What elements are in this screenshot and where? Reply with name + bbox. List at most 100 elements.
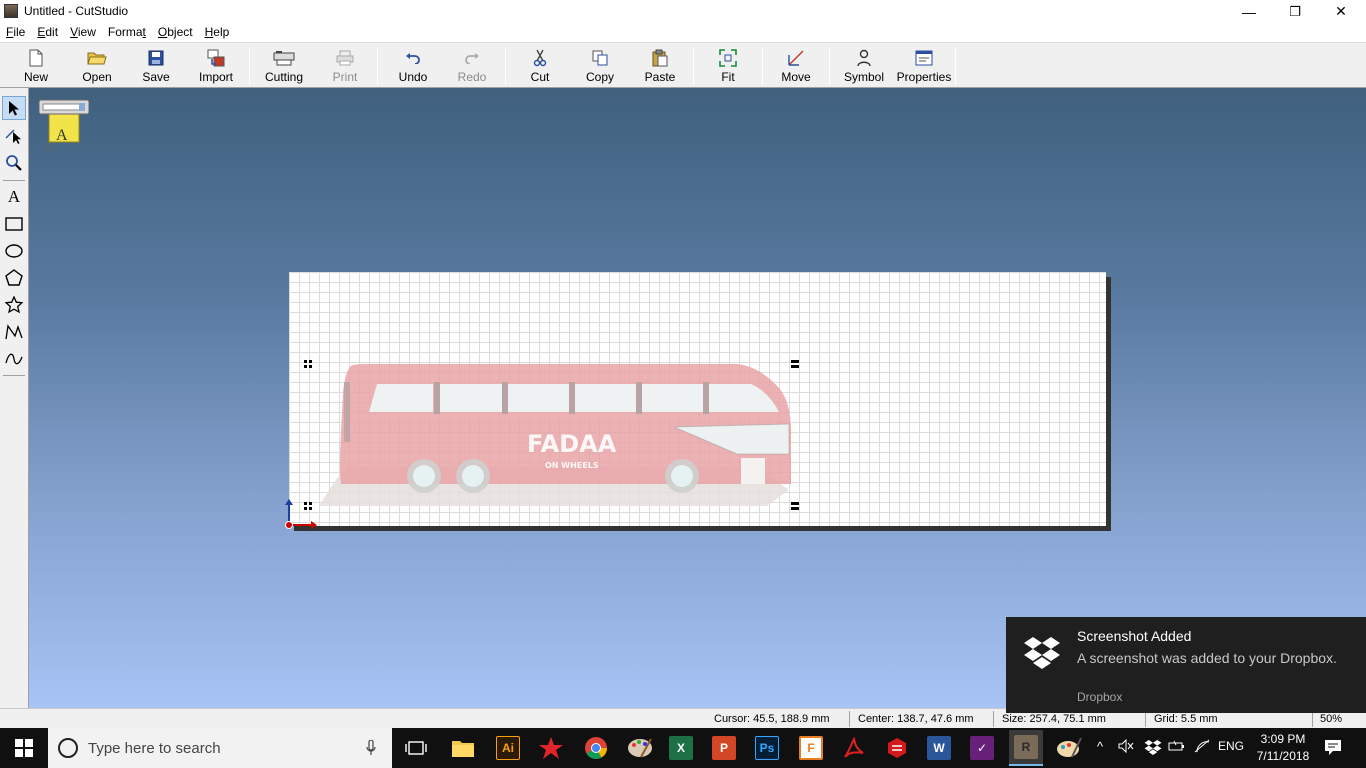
visual-studio-icon[interactable]: ✓ — [966, 732, 998, 764]
save-button[interactable]: Save — [136, 45, 176, 87]
move-button[interactable]: Move — [778, 45, 814, 87]
notification-source: Dropbox — [1077, 690, 1123, 704]
svg-text:A: A — [56, 127, 68, 144]
curve-tool[interactable] — [2, 347, 26, 371]
undo-button[interactable]: Undo — [393, 45, 433, 87]
properties-button[interactable]: Properties — [896, 45, 952, 87]
notification-body: A screenshot was added to your Dropbox. — [1077, 650, 1337, 666]
cutter-device-icon[interactable]: A — [37, 96, 90, 154]
task-view-icon[interactable] — [400, 732, 432, 764]
excel-icon[interactable]: X — [665, 732, 697, 764]
star-tool[interactable] — [2, 293, 26, 317]
taskbar-clock[interactable]: 3:09 PM 7/11/2018 — [1252, 731, 1314, 765]
notification-title: Screenshot Added — [1077, 628, 1192, 644]
menu-file[interactable]: File — [0, 23, 31, 42]
windows-logo-icon — [15, 739, 33, 757]
photoshop-icon[interactable]: Ps — [751, 732, 783, 764]
illustrator-icon[interactable]: Ai — [492, 732, 524, 764]
acrobat-icon[interactable] — [838, 732, 870, 764]
clock-time: 3:09 PM — [1260, 732, 1306, 746]
cut-button[interactable]: Cut — [522, 45, 558, 87]
tool-separator — [3, 180, 25, 181]
menu-edit[interactable]: Edit — [31, 23, 64, 42]
search-placeholder: Type here to search — [88, 740, 221, 757]
logo-text: FADAA — [527, 430, 617, 458]
word-icon[interactable]: W — [923, 732, 955, 764]
arrow-pointer-icon — [9, 101, 19, 116]
import-button[interactable]: Import — [194, 45, 238, 87]
microphone-icon[interactable] — [366, 740, 376, 756]
menu-bar: File Edit View Format Object Help — [0, 23, 1366, 42]
dropbox-tray-icon[interactable] — [1144, 739, 1162, 758]
copy-button[interactable]: Copy — [580, 45, 620, 87]
new-document-icon — [25, 48, 47, 68]
paste-button[interactable]: Paste — [640, 45, 680, 87]
windows-taskbar: Type here to search Ai X P Ps F W ✓ R ^ … — [0, 728, 1366, 768]
toolbar-separator — [377, 47, 378, 85]
menu-format[interactable]: Format — [102, 23, 152, 42]
text-a-icon: A — [7, 187, 21, 206]
copy-icon — [589, 48, 611, 68]
selection-handle-bottom-right[interactable] — [791, 502, 799, 510]
close-button[interactable]: ✕ — [1318, 0, 1364, 23]
toolbar-separator — [955, 47, 956, 85]
wifi-icon[interactable] — [1194, 739, 1210, 756]
action-center-icon[interactable] — [1324, 738, 1342, 759]
toolbar-separator — [693, 47, 694, 85]
app-red-star-icon[interactable] — [535, 732, 567, 764]
open-button[interactable]: Open — [76, 45, 118, 87]
fit-button[interactable]: Fit — [713, 45, 743, 87]
cutstudio-app-icon — [4, 4, 18, 18]
language-indicator[interactable]: ENG — [1218, 739, 1244, 753]
start-button[interactable] — [0, 728, 48, 768]
logo-subtext: ON WHEELS — [545, 461, 599, 470]
powerpoint-icon[interactable]: P — [708, 732, 740, 764]
battery-icon[interactable] — [1168, 739, 1186, 756]
selection-handle-top-left[interactable] — [304, 360, 312, 368]
paint-palette-icon[interactable] — [624, 732, 656, 764]
rectangle-tool[interactable] — [2, 212, 26, 236]
new-button[interactable]: New — [16, 45, 56, 87]
undo-arrow-icon — [402, 48, 424, 68]
text-tool[interactable]: A — [2, 185, 26, 209]
selection-handle-top-right[interactable] — [791, 360, 799, 368]
status-separator — [849, 711, 850, 727]
toolbar-separator — [249, 47, 250, 85]
paint-brush-app-icon[interactable] — [1053, 732, 1085, 764]
magnifier-icon — [6, 155, 22, 171]
restore-button[interactable]: ❐ — [1272, 0, 1318, 23]
print-button[interactable]: Print — [327, 45, 363, 87]
main-toolbar: New Open Save Import Cutting Print Undo … — [0, 42, 1366, 88]
redo-button[interactable]: Redo — [454, 45, 490, 87]
drawing-canvas[interactable]: A FADAA ON WHEELS — [29, 88, 1366, 708]
menu-view[interactable]: View — [64, 23, 102, 42]
chrome-icon[interactable] — [580, 732, 612, 764]
minimize-button[interactable]: — — [1226, 0, 1272, 23]
polyline-tool[interactable] — [2, 320, 26, 344]
cutting-button[interactable]: Cutting — [262, 45, 306, 87]
file-explorer-icon[interactable] — [447, 732, 479, 764]
foxit-reader-icon[interactable]: F — [795, 732, 827, 764]
select-tool[interactable] — [2, 96, 26, 120]
node-edit-pointer-icon — [5, 129, 21, 144]
bus-artwork[interactable]: FADAA ON WHEELS — [289, 272, 1106, 526]
menu-object[interactable]: Object — [152, 23, 199, 42]
zoom-tool[interactable] — [2, 151, 26, 175]
volume-muted-icon[interactable] — [1118, 738, 1134, 756]
menu-help[interactable]: Help — [199, 23, 236, 42]
polygon-tool[interactable] — [2, 266, 26, 290]
cutting-sheet[interactable]: FADAA ON WHEELS — [285, 272, 1106, 529]
node-edit-tool[interactable] — [2, 124, 26, 148]
taskbar-search-box[interactable]: Type here to search — [48, 728, 392, 768]
status-separator — [1312, 711, 1313, 727]
dropbox-notification[interactable]: Screenshot Added A screenshot was added … — [1006, 617, 1366, 713]
redo-arrow-icon — [461, 48, 483, 68]
symbol-button[interactable]: Symbol — [842, 45, 886, 87]
ellipse-tool[interactable] — [2, 239, 26, 263]
star-icon — [5, 296, 23, 314]
sketchup-icon[interactable] — [881, 732, 913, 764]
show-hidden-icons-chevron-icon[interactable]: ^ — [1097, 739, 1103, 754]
rectangle-icon — [5, 217, 23, 231]
ellipse-icon — [5, 244, 23, 258]
cutstudio-taskbar-icon[interactable]: R — [1009, 730, 1043, 766]
